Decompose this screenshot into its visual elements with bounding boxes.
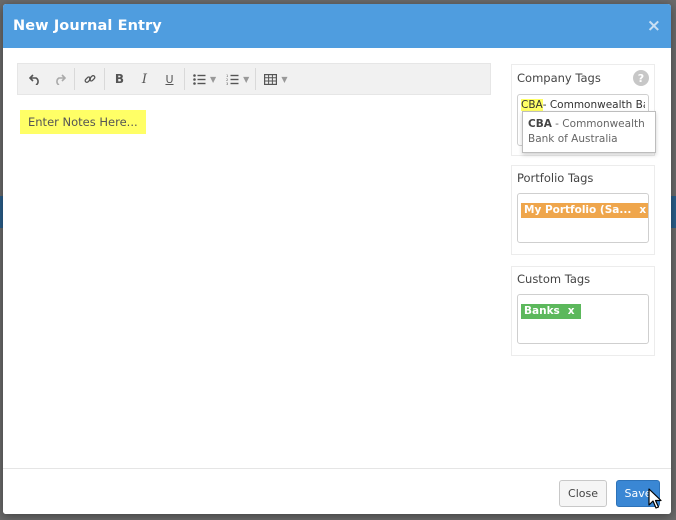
svg-text:3: 3 (226, 82, 228, 85)
underline-button[interactable]: U (157, 66, 182, 92)
remove-tag-icon[interactable]: x (639, 204, 646, 216)
mouse-cursor-icon (648, 488, 662, 509)
link-icon[interactable] (77, 66, 102, 92)
bold-button[interactable]: B (107, 66, 132, 92)
custom-tag: Banks x (521, 303, 581, 319)
chevron-down-icon[interactable]: ▼ (243, 75, 249, 84)
redo-icon[interactable] (47, 66, 72, 92)
portfolio-tag-label: My Portfolio (Sa... (524, 204, 632, 216)
company-tags-input[interactable]: CBA - Commonwealth Ba (521, 99, 645, 111)
portfolio-tags-panel: Portfolio Tags My Portfolio (Sa... x (511, 165, 655, 255)
notes-editor[interactable]: Enter Notes Here... (20, 110, 146, 134)
company-input-highlight: CBA (521, 99, 543, 111)
company-tags-header: Company Tags ? (517, 70, 649, 86)
modal-title: New Journal Entry (13, 18, 162, 34)
bullet-list-icon[interactable] (187, 66, 212, 92)
company-suggestion-item[interactable]: CBA - Commonwealth Bank of Australia (522, 111, 656, 153)
table-icon[interactable] (258, 66, 283, 92)
portfolio-tags-input-box[interactable]: My Portfolio (Sa... x (517, 193, 649, 243)
modal-header: New Journal Entry × (3, 4, 671, 48)
remove-tag-icon[interactable]: x (568, 305, 575, 317)
help-icon[interactable]: ? (633, 70, 649, 86)
portfolio-tag: My Portfolio (Sa... x (521, 202, 648, 218)
company-tags-title: Company Tags (517, 71, 601, 85)
custom-tags-header: Custom Tags (517, 272, 649, 286)
chevron-down-icon[interactable]: ▼ (210, 75, 216, 84)
close-button[interactable]: Close (559, 480, 607, 507)
modal-footer: Close Save (3, 468, 671, 514)
numbered-list-icon[interactable]: 123 (220, 66, 245, 92)
portfolio-tags-title: Portfolio Tags (517, 171, 594, 185)
undo-icon[interactable] (22, 66, 47, 92)
toolbar-separator (74, 68, 75, 90)
custom-tags-title: Custom Tags (517, 272, 591, 286)
journal-entry-modal: New Journal Entry × B I U ▼ 1 2 3 ▼ ▼ En… (3, 4, 671, 514)
toolbar-separator (255, 68, 257, 90)
custom-tag-label: Banks (524, 305, 560, 317)
company-input-rest: - Commonwealth Ba (542, 99, 645, 111)
toolbar-separator (184, 68, 185, 90)
portfolio-tags-header: Portfolio Tags (517, 171, 649, 185)
toolbar-separator (104, 68, 105, 90)
close-icon[interactable]: × (647, 17, 661, 35)
suggestion-code: CBA (528, 118, 552, 130)
custom-tags-input-box[interactable]: Banks x (517, 294, 649, 344)
italic-button[interactable]: I (132, 66, 157, 92)
custom-tags-panel: Custom Tags Banks x (511, 266, 655, 356)
editor-toolbar: B I U ▼ 123 ▼ ▼ (17, 63, 491, 95)
chevron-down-icon[interactable]: ▼ (281, 75, 287, 84)
